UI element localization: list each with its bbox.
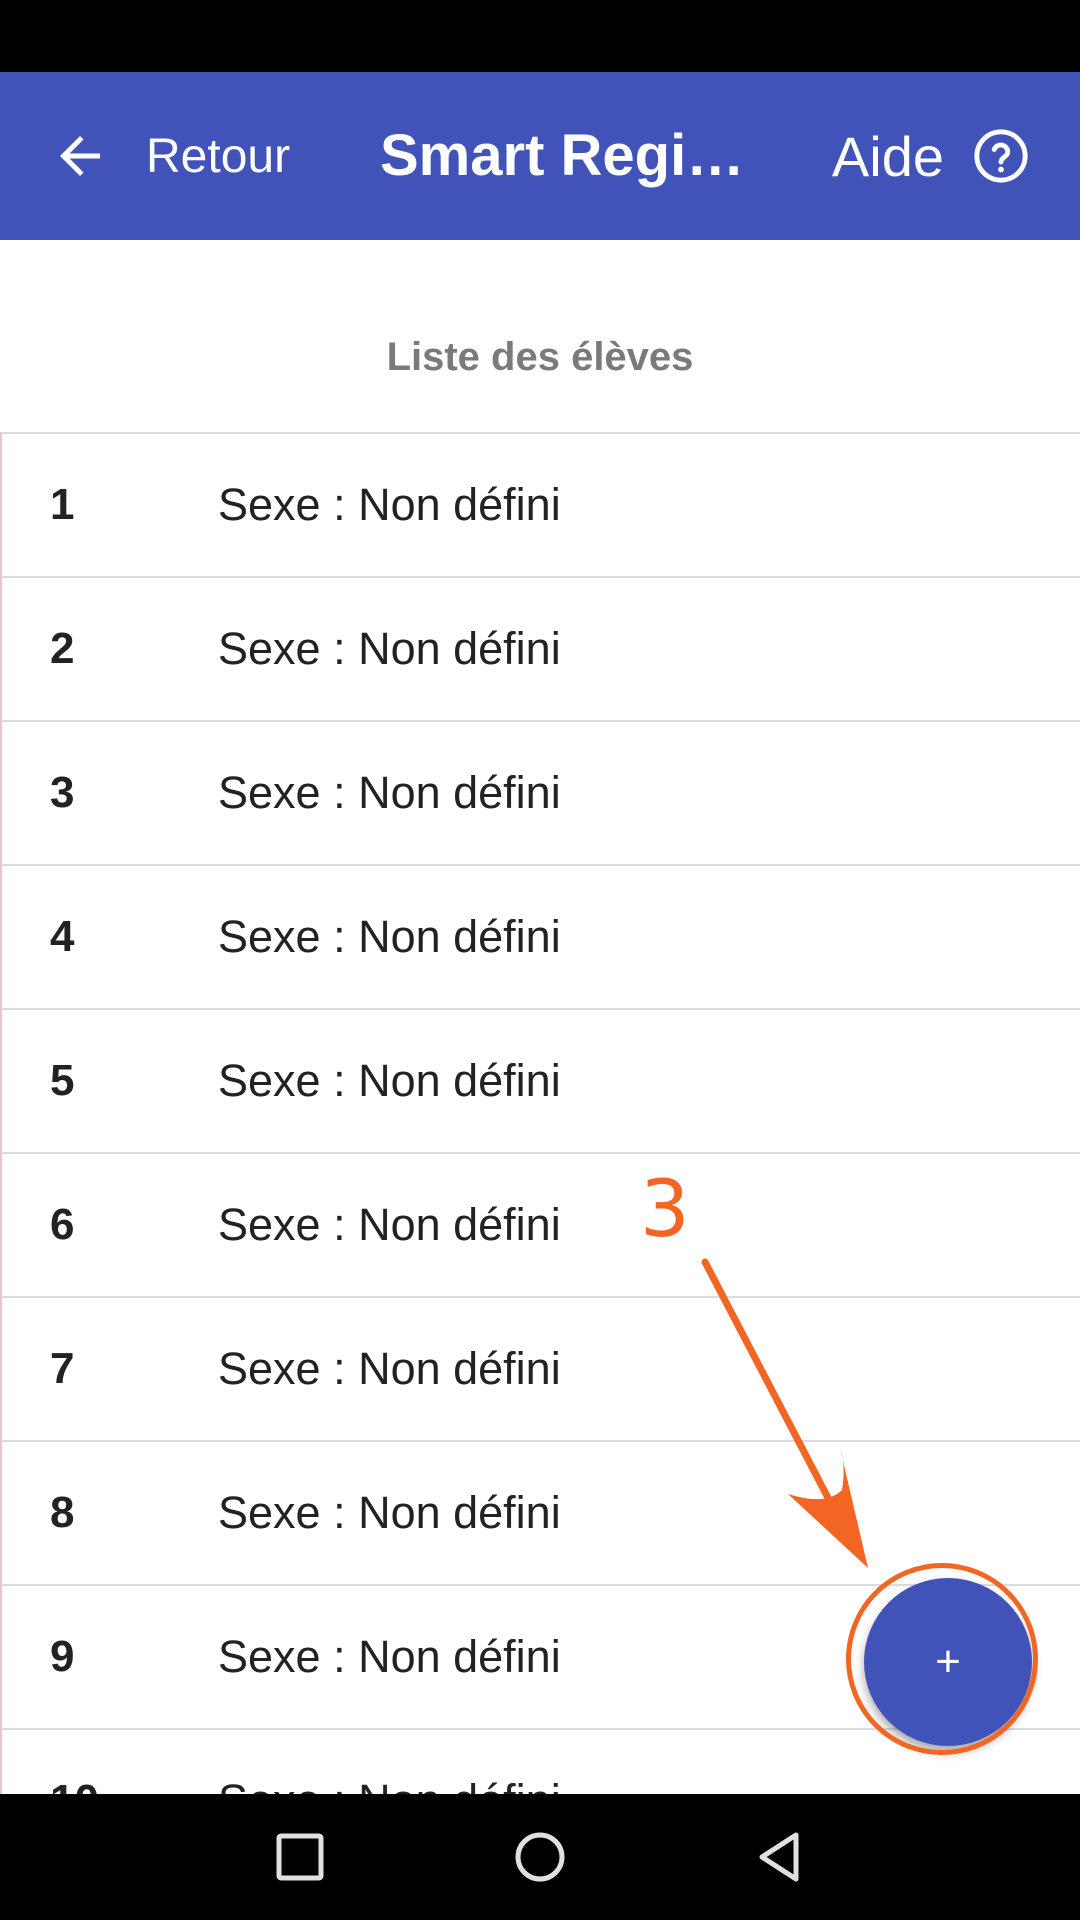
recent-apps-icon[interactable] xyxy=(270,1827,330,1887)
row-sex: Sexe : Non défini xyxy=(218,1055,561,1106)
back-triangle-icon[interactable] xyxy=(750,1827,810,1887)
back-button[interactable]: Retour xyxy=(50,72,290,240)
list-item[interactable]: 5 Sexe : Non défini xyxy=(0,1008,1080,1152)
arrow-left-icon xyxy=(60,136,100,176)
row-number: 5 xyxy=(50,1056,75,1105)
list-item[interactable]: 1 Sexe : Non défini xyxy=(0,432,1080,576)
content-area: Liste des élèves 1 Sexe : Non défini 2 Sex… xyxy=(0,240,1080,1794)
list-item[interactable]: 6 Sexe : Non défini xyxy=(0,1152,1080,1296)
app-title: Smart Regi… xyxy=(380,123,745,188)
row-number: 9 xyxy=(50,1632,75,1681)
list-item[interactable]: 2 Sexe : Non défini xyxy=(0,576,1080,720)
row-sex: Sexe : Non défini xyxy=(218,1487,561,1538)
row-number: 10 xyxy=(50,1730,99,1794)
add-student-button[interactable]: + xyxy=(864,1578,1032,1746)
question-circle-icon xyxy=(974,129,1028,183)
navigation-bar xyxy=(0,1794,1080,1920)
row-number: 1 xyxy=(50,480,75,529)
row-number: 8 xyxy=(50,1488,75,1537)
list-item[interactable]: 4 Sexe : Non défini xyxy=(0,864,1080,1008)
home-icon[interactable] xyxy=(510,1827,570,1887)
row-sex: Sexe : Non défini xyxy=(218,1199,561,1250)
list-item[interactable]: 8 Sexe : Non défini xyxy=(0,1440,1080,1584)
list-heading: Liste des élèves xyxy=(386,335,694,379)
list-item[interactable]: 7 Sexe : Non défini xyxy=(0,1296,1080,1440)
status-bar xyxy=(0,0,1080,72)
app-bar: Retour Smart Regi… Aide xyxy=(0,72,1080,240)
row-sex: Sexe : Non défini xyxy=(218,1343,561,1394)
row-sex: Sexe : Non défini xyxy=(218,479,561,530)
list-item[interactable]: 3 Sexe : Non défini xyxy=(0,720,1080,864)
back-label: Retour xyxy=(146,129,291,183)
row-sex: Sexe : Non défini xyxy=(218,1631,561,1682)
row-sex: Sexe : Non défini xyxy=(218,1730,561,1794)
row-sex: Sexe : Non défini xyxy=(218,911,561,962)
annotation-step-number: 3 xyxy=(640,1165,690,1255)
row-number: 3 xyxy=(50,768,75,817)
row-number: 2 xyxy=(50,624,75,673)
row-sex: Sexe : Non défini xyxy=(218,623,561,674)
help-label: Aide xyxy=(831,124,944,188)
row-sex: Sexe : Non défini xyxy=(218,767,561,818)
help-button[interactable]: Aide xyxy=(832,72,1030,240)
row-number: 7 xyxy=(50,1344,75,1393)
row-number: 6 xyxy=(50,1200,75,1249)
row-number: 4 xyxy=(50,912,75,961)
plus-icon: + xyxy=(935,1637,961,1686)
